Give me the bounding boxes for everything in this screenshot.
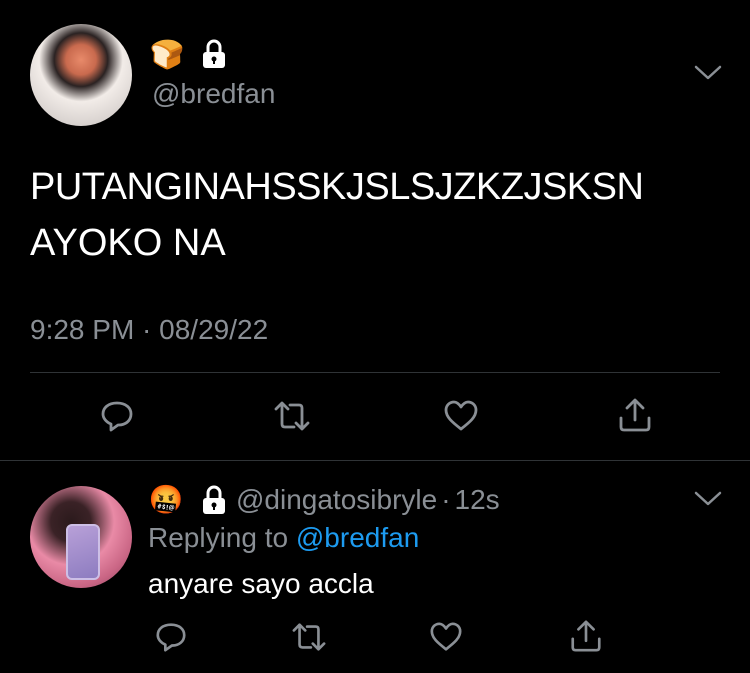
reply-age[interactable]: 12s xyxy=(455,484,500,515)
divider xyxy=(30,372,720,373)
lock-icon xyxy=(200,38,228,70)
author-emoji: 🍞 xyxy=(149,38,185,70)
reply-text: anyare sayo accla xyxy=(148,568,374,599)
heart-icon[interactable] xyxy=(428,620,464,654)
chevron-down-icon[interactable] xyxy=(693,62,723,82)
avatar[interactable] xyxy=(30,24,132,126)
meta-separator: · xyxy=(441,484,451,515)
tweet-text-line-1: PUTANGINAHSSKJSLSJZKZJSKSN xyxy=(30,166,644,208)
reply-meta: @dingatosibryle · 12s xyxy=(236,484,500,516)
author-handle[interactable]: @bredfan xyxy=(152,78,275,110)
avatar-phone-detail xyxy=(66,524,100,580)
heart-icon[interactable] xyxy=(442,398,480,434)
tweet-text-line-2: AYOKO NA xyxy=(30,222,226,264)
replying-handle-link[interactable]: @bredfan xyxy=(296,522,419,553)
replying-prefix: Replying to xyxy=(148,522,296,553)
replying-to: Replying to @bredfan xyxy=(148,522,419,554)
chevron-down-icon[interactable] xyxy=(693,488,723,508)
reply-icon[interactable] xyxy=(154,620,188,654)
tweet-timestamp[interactable]: 9:28 PM · 08/29/22 xyxy=(30,314,268,346)
reply-handle[interactable]: @dingatosibryle xyxy=(236,484,437,515)
reply-author-emoji: 🤬 xyxy=(148,483,184,515)
retweet-icon[interactable] xyxy=(290,620,328,654)
divider xyxy=(0,460,750,461)
retweet-icon[interactable] xyxy=(272,398,312,434)
lock-icon xyxy=(200,484,228,516)
share-icon[interactable] xyxy=(616,396,654,434)
share-icon[interactable] xyxy=(568,618,604,654)
reply-icon[interactable] xyxy=(99,398,135,434)
